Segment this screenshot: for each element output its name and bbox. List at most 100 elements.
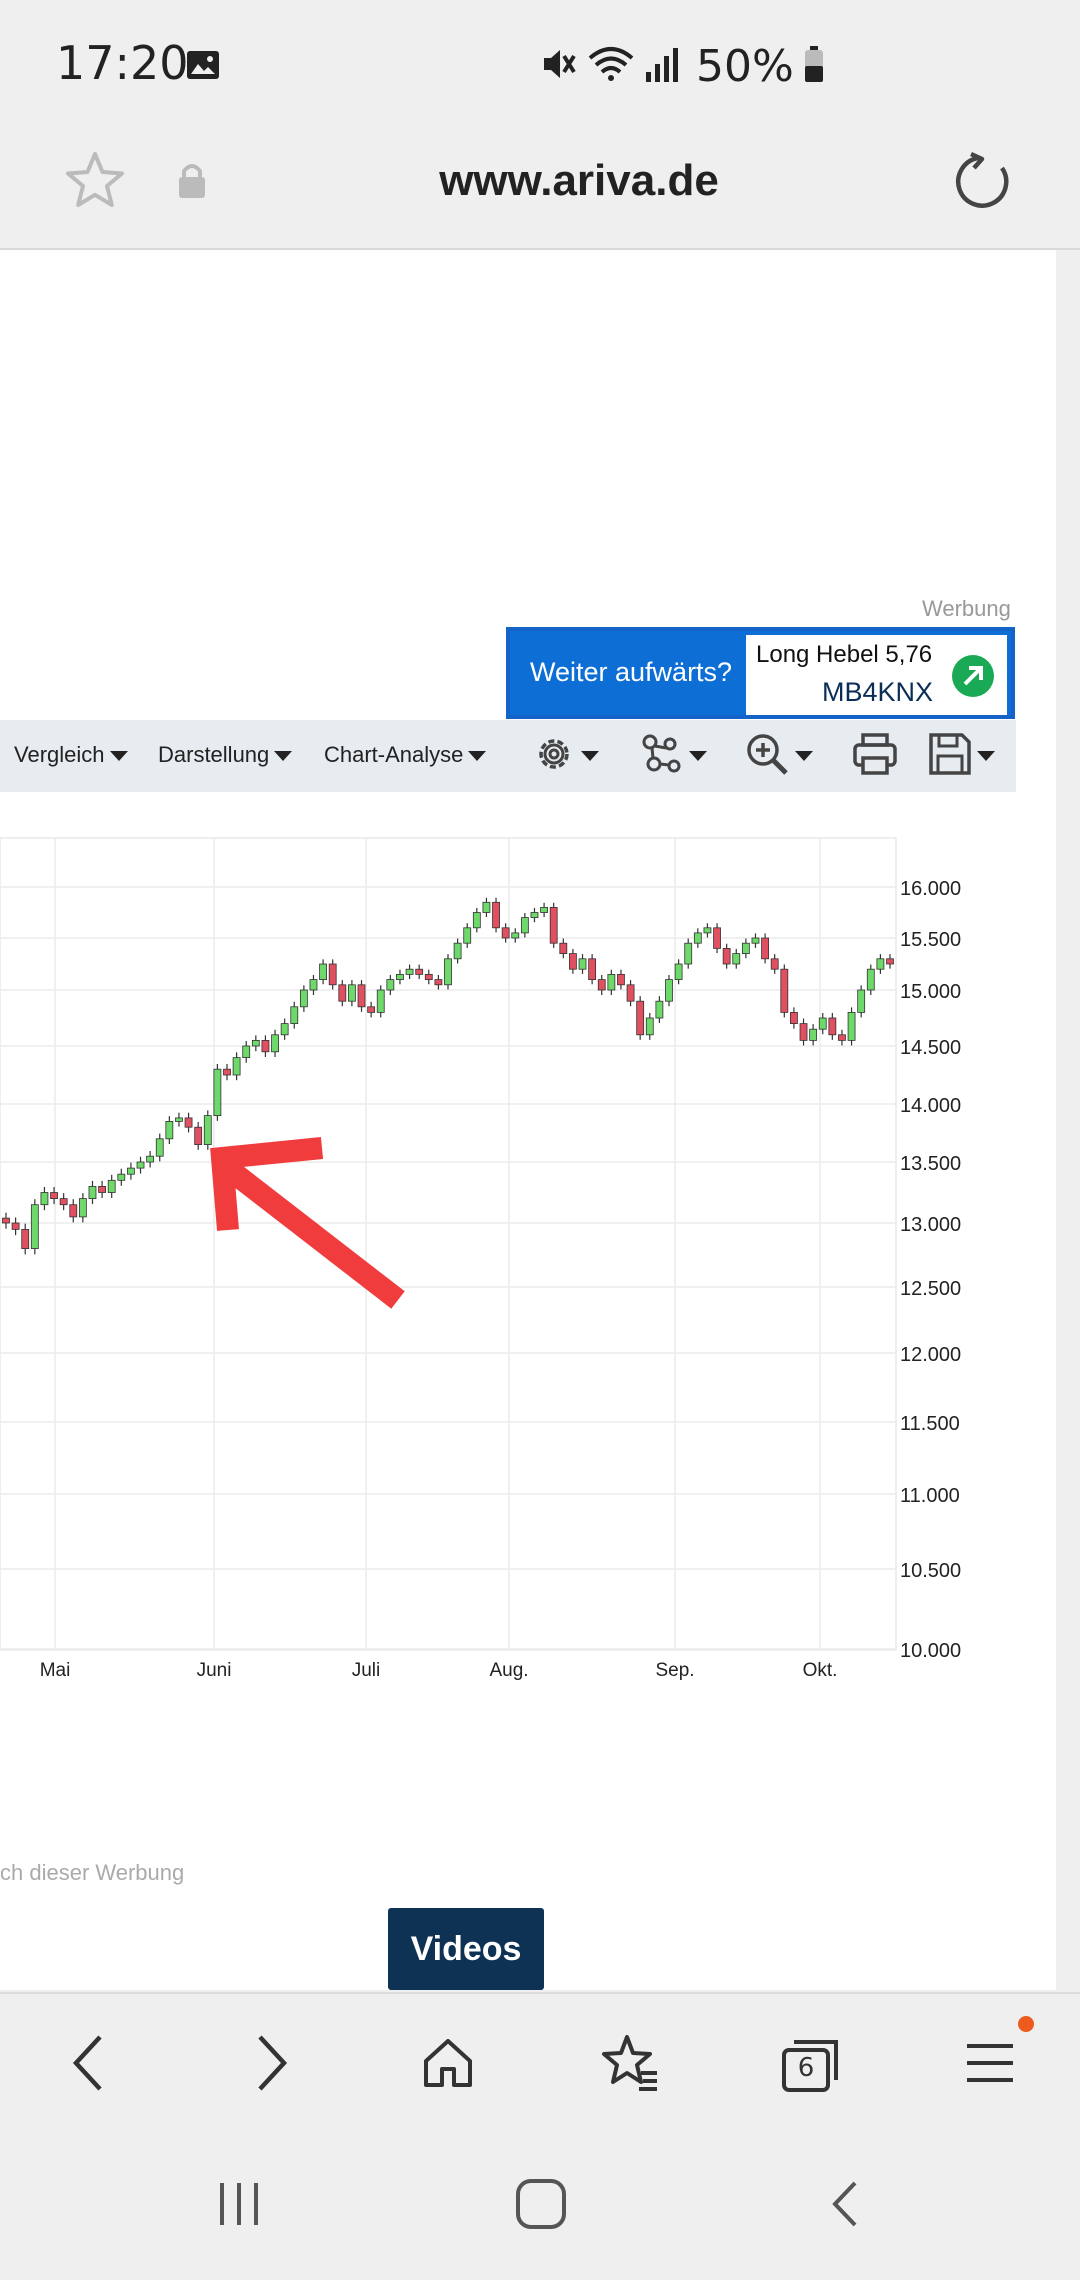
candle-up [155, 1138, 164, 1157]
menu-vergleich[interactable]: Vergleich [14, 742, 128, 768]
candle-down [50, 1192, 58, 1199]
home-icon [420, 2035, 476, 2095]
candle-down [799, 1023, 808, 1041]
y-tick-label: 13.000 [900, 1214, 961, 1236]
annotation-arrow [210, 1137, 405, 1309]
candle-up [127, 1167, 135, 1175]
candle-up [203, 1115, 212, 1146]
candle-up [665, 979, 673, 1002]
candle-up [857, 989, 866, 1013]
menu-chart-analyse[interactable]: Chart-Analyse [324, 742, 487, 768]
x-axis-labels: Mai Juni Juli Aug. Sep. Okt. [40, 1660, 838, 1681]
indicators-button[interactable] [640, 732, 707, 780]
menu-label: Chart-Analyse [324, 742, 464, 767]
back-icon [68, 2033, 108, 2097]
candle-up [530, 912, 539, 918]
candle-up [511, 932, 520, 939]
system-back-button[interactable] [810, 2178, 880, 2234]
candle-up [847, 1011, 856, 1041]
candle-down [549, 907, 558, 944]
candle-up [299, 989, 308, 1008]
tab-count: 6 [797, 2053, 815, 2083]
candle-up [645, 1017, 654, 1036]
candle-up [348, 984, 356, 1002]
ad-label: Werbung [922, 596, 1011, 621]
menu-button[interactable] [950, 2030, 1030, 2100]
reload-icon[interactable] [954, 150, 1014, 214]
candle-down [790, 1011, 798, 1024]
candle-down [415, 968, 424, 975]
chart-svg: 16.000 15.500 15.000 14.500 14.000 13.500 13.0… [0, 837, 961, 1681]
print-icon [852, 732, 898, 780]
y-tick-label: 14.500 [900, 1037, 961, 1059]
y-tick-label: 14.000 [900, 1095, 961, 1117]
zoom-button[interactable] [744, 732, 813, 780]
settings-icon [532, 732, 576, 780]
candle-down [559, 942, 568, 954]
candle-down [434, 979, 443, 986]
menu-label: Vergleich [14, 742, 105, 767]
x-tick-label: Mai [40, 1660, 71, 1681]
recents-button[interactable] [204, 2178, 274, 2234]
browser-nav-bar: 6 [0, 1992, 1080, 2132]
menu-darstellung[interactable]: Darstellung [158, 742, 293, 768]
candle-up [703, 927, 712, 934]
caret-down-icon [689, 751, 707, 761]
candle-up [578, 958, 587, 970]
candle-up [213, 1068, 222, 1116]
candle-down [2, 1217, 10, 1224]
candle-up [540, 907, 548, 913]
battery-icon [802, 44, 826, 88]
candle-up [693, 932, 702, 944]
home-button[interactable] [408, 2030, 488, 2100]
candle-up [280, 1023, 289, 1036]
candle-down [338, 984, 347, 1002]
back-button[interactable] [48, 2030, 128, 2100]
stock-chart[interactable]: 16.000 15.500 15.000 14.500 14.000 13.500 13.0… [0, 830, 1010, 1690]
save-button[interactable] [928, 732, 995, 780]
indicators-icon [640, 732, 684, 780]
candle-down [367, 1006, 376, 1013]
candle-up [741, 942, 750, 954]
ad-banner[interactable]: Weiter aufwärts? Long Hebel 5,76 MB4KNX [506, 627, 1015, 719]
ad-product-panel: Long Hebel 5,76 MB4KNX [746, 635, 1007, 715]
videos-button[interactable]: Videos [388, 1908, 544, 1990]
forward-button[interactable] [232, 2030, 312, 2100]
battery-percent: 50% [696, 40, 794, 92]
caret-down-icon [274, 751, 293, 762]
y-tick-label: 10.000 [900, 1640, 961, 1662]
x-tick-label: Aug. [489, 1660, 528, 1681]
candle-down [357, 984, 366, 1008]
tabs-button[interactable]: 6 [770, 2030, 850, 2100]
system-home-button[interactable] [506, 2178, 576, 2234]
y-tick-label: 13.500 [900, 1153, 961, 1175]
candle-up [242, 1045, 251, 1058]
settings-button[interactable] [532, 732, 599, 780]
bookmarks-button[interactable] [590, 2030, 670, 2100]
recents-icon [214, 2179, 264, 2233]
signal-icon [644, 44, 682, 88]
x-tick-label: Juli [352, 1660, 381, 1681]
mute-icon [538, 44, 578, 88]
system-nav-bar [0, 2130, 1080, 2280]
candle-down [11, 1222, 20, 1230]
y-tick-label: 15.000 [900, 981, 961, 1003]
candle-up [251, 1039, 260, 1047]
candle-down [184, 1117, 193, 1128]
url-text[interactable]: www.ariva.de [0, 156, 1080, 206]
print-button[interactable] [852, 732, 898, 780]
candle-down [328, 963, 337, 986]
candle-down [98, 1185, 106, 1193]
candle-up [290, 1006, 299, 1025]
candle-up [453, 942, 462, 960]
candle-up [655, 1000, 664, 1019]
candle-down [569, 953, 577, 970]
candle-up [396, 973, 404, 980]
candle-down [21, 1228, 30, 1249]
candle-up [319, 963, 327, 980]
chart-toolbar: Vergleich Darstellung Chart-Analyse [0, 720, 1016, 792]
menu-label: Darstellung [158, 742, 270, 767]
candle-down [424, 973, 433, 980]
y-tick-label: 11.500 [900, 1413, 960, 1435]
candle-down [492, 901, 500, 929]
